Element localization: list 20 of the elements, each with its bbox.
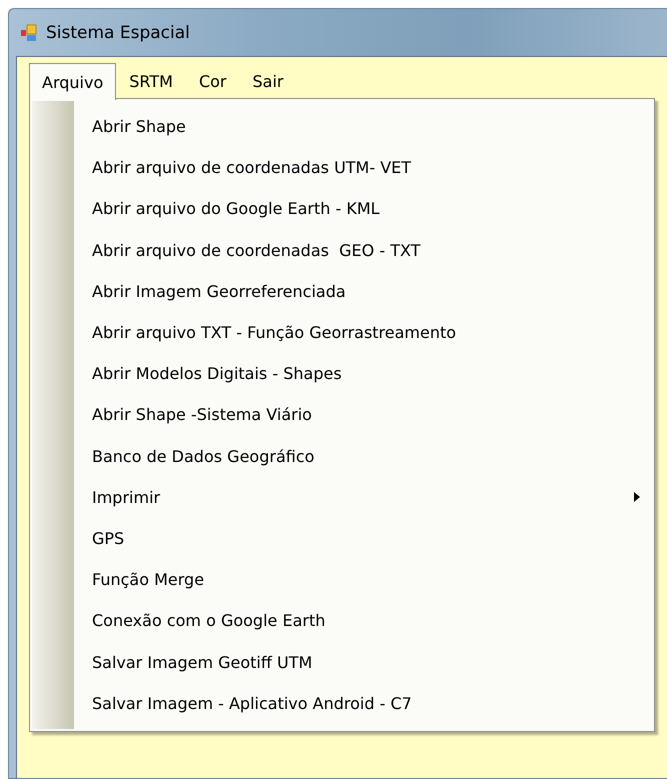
menu-item[interactable]: Imprimir [74,476,652,518]
menu-item[interactable]: Abrir Modelos Digitais - Shapes [74,353,652,394]
menu-item[interactable]: Abrir Imagem Georreferenciada [74,270,652,312]
menu-item[interactable]: Abrir arquivo de coordenadas UTM- VET [74,147,652,188]
menu-item[interactable]: GPS [74,518,652,560]
menu-bar-item[interactable]: SRTM [116,63,186,99]
menu-item[interactable]: Abrir arquivo de coordenadas GEO - TXT [74,230,652,271]
menu-item[interactable]: Salvar Imagem Geotiff UTM [74,641,652,683]
menu-item[interactable]: Abrir arquivo do Google Earth - KML [74,188,652,230]
menu-bar-item[interactable]: Cor [186,63,240,99]
menu-item[interactable]: Abrir Shape -Sistema Viário [74,394,652,436]
menu-item[interactable]: Função Merge [74,559,652,600]
menu-item[interactable]: Abrir Shape [74,106,652,148]
menu-bar-item[interactable]: Arquivo [29,63,116,100]
menu-item[interactable]: Abrir arquivo TXT - Função Georrastreamento [74,312,652,354]
menu-item[interactable]: Conexão com o Google Earth [74,600,652,642]
menu-item[interactable]: Salvar Imagem - Aplicativo Android - C7 [74,682,652,724]
window-title: Sistema Espacial [46,22,190,42]
menu-bar-item[interactable]: Sair [239,63,296,99]
menu-item[interactable]: Banco de Dados Geográfico [74,436,652,477]
